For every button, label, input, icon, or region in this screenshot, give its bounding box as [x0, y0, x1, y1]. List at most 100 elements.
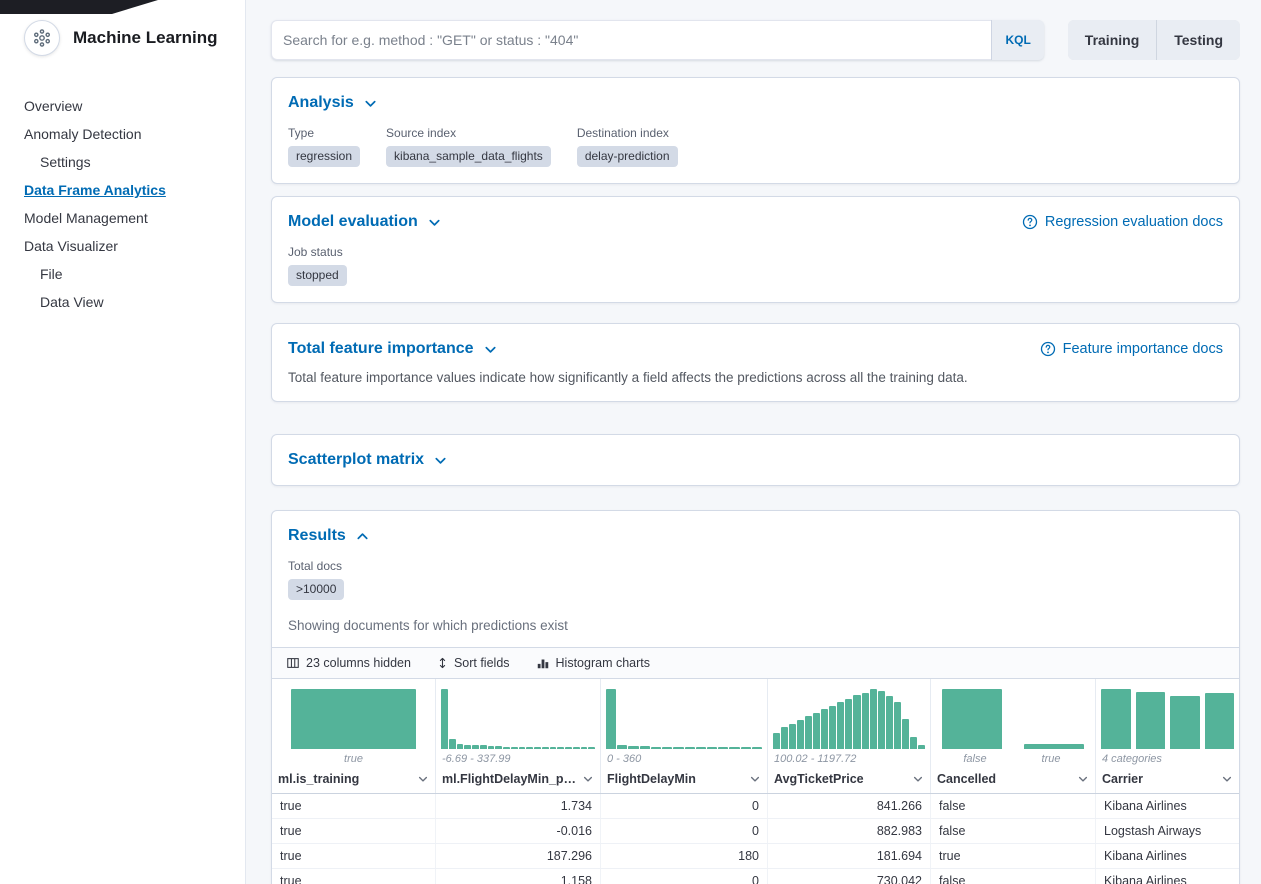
histogram-Cancelled	[931, 689, 1095, 749]
analysis-accordion-toggle[interactable]: Analysis	[288, 94, 378, 112]
table-cell[interactable]: 0	[601, 869, 768, 884]
sidebar-nav: OverviewAnomaly DetectionSettingsData Fr…	[24, 92, 233, 316]
feature-importance-description: Total feature importance values indicate…	[288, 370, 1223, 385]
histogram-range-label: falsetrue	[931, 749, 1095, 768]
table-row: true1.1580730.042falseKibana Airlines	[272, 869, 1239, 884]
table-cell[interactable]: Kibana Airlines	[1096, 844, 1239, 868]
columns-hidden-label: 23 columns hidden	[306, 656, 411, 670]
model-evaluation-title: Model evaluation	[288, 213, 418, 231]
main-content: KQL Training Testing Analysis Type	[246, 0, 1261, 884]
sidebar-item-file[interactable]: File	[24, 260, 233, 288]
table-cell[interactable]: Logstash Airways	[1096, 819, 1239, 843]
table-cell[interactable]: false	[931, 869, 1096, 884]
table-cell[interactable]: 181.694	[768, 844, 931, 868]
sidebar-item-data-frame-analytics[interactable]: Data Frame Analytics	[24, 176, 233, 204]
sidebar-item-settings[interactable]: Settings	[24, 148, 233, 176]
chevron-down-icon	[363, 96, 378, 111]
column-header-AvgTicketPrice[interactable]: AvgTicketPrice	[768, 768, 930, 793]
destination-index-label: Destination index	[577, 126, 678, 140]
type-badge: regression	[288, 146, 360, 167]
grid-header: trueml.is_training-6.69 - 337.99ml.Fligh…	[272, 679, 1239, 794]
chevron-down-icon[interactable]	[912, 773, 924, 785]
chevron-down-icon[interactable]	[417, 773, 429, 785]
training-button[interactable]: Training	[1068, 20, 1156, 60]
chevron-down-icon[interactable]	[749, 773, 761, 785]
search-input[interactable]	[271, 20, 991, 60]
columns-hidden-button[interactable]: 23 columns hidden	[284, 653, 413, 673]
histogram-AvgTicketPrice	[768, 689, 930, 749]
table-cell[interactable]: true	[272, 869, 436, 884]
histogram-charts-button[interactable]: Histogram charts	[534, 653, 652, 673]
table-cell[interactable]: 730.042	[768, 869, 931, 884]
scatterplot-matrix-panel: Scatterplot matrix	[271, 434, 1240, 486]
table-cell[interactable]: 0	[601, 794, 768, 818]
histogram-range-label: -6.69 - 337.99	[436, 749, 600, 768]
grid-column-FlightDelayMin: 0 - 360FlightDelayMin	[601, 679, 768, 793]
table-cell[interactable]: 882.983	[768, 819, 931, 843]
feature-importance-accordion-toggle[interactable]: Total feature importance	[288, 340, 498, 358]
table-cell[interactable]: true	[272, 819, 436, 843]
topbar: KQL Training Testing	[271, 20, 1240, 60]
table-row: true187.296180181.694trueKibana Airlines	[272, 844, 1239, 869]
column-header-ml.is_training[interactable]: ml.is_training	[272, 768, 435, 793]
scatterplot-accordion-toggle[interactable]: Scatterplot matrix	[288, 451, 448, 469]
sidebar-item-anomaly-detection[interactable]: Anomaly Detection	[24, 120, 233, 148]
app: Machine Learning OverviewAnomaly Detecti…	[0, 0, 1261, 884]
search-box: KQL	[271, 20, 1044, 60]
table-cell[interactable]: 0	[601, 819, 768, 843]
model-evaluation-accordion-toggle[interactable]: Model evaluation	[288, 213, 442, 231]
table-cell[interactable]: 187.296	[436, 844, 601, 868]
model-evaluation-panel: Model evaluation Regression evaluation d…	[271, 196, 1240, 303]
table-cell[interactable]: -0.016	[436, 819, 601, 843]
job-status-label: Job status	[288, 245, 347, 259]
source-index-field: Source index kibana_sample_data_flights	[386, 126, 551, 167]
table-cell[interactable]: true	[272, 844, 436, 868]
grid-column-Cancelled: falsetrueCancelled	[931, 679, 1096, 793]
feature-importance-title: Total feature importance	[288, 340, 474, 358]
chevron-down-icon	[427, 215, 442, 230]
source-index-label: Source index	[386, 126, 551, 140]
table-cell[interactable]: false	[931, 794, 1096, 818]
histogram-range-label: 100.02 - 1197.72	[768, 749, 930, 768]
column-header-ml.FlightDelayMin_pred[interactable]: ml.FlightDelayMin_pred	[436, 768, 600, 793]
scatterplot-title: Scatterplot matrix	[288, 451, 424, 469]
chevron-down-icon[interactable]	[1221, 773, 1233, 785]
histogram-range-label: true	[272, 749, 435, 768]
sidebar: Machine Learning OverviewAnomaly Detecti…	[0, 0, 246, 884]
regression-evaluation-docs-link[interactable]: Regression evaluation docs	[1022, 214, 1223, 230]
table-cell[interactable]: true	[931, 844, 1096, 868]
sidebar-item-overview[interactable]: Overview	[24, 92, 233, 120]
sidebar-item-data-visualizer[interactable]: Data Visualizer	[24, 232, 233, 260]
chevron-down-icon[interactable]	[582, 773, 594, 785]
table-cell[interactable]: 1.158	[436, 869, 601, 884]
testing-button[interactable]: Testing	[1156, 20, 1240, 60]
machine-learning-logo-icon[interactable]	[24, 20, 60, 56]
sidebar-item-data-view[interactable]: Data View	[24, 288, 233, 316]
table-cell[interactable]: 841.266	[768, 794, 931, 818]
column-header-Cancelled[interactable]: Cancelled	[931, 768, 1095, 793]
histogram-range-label: 4 categories	[1096, 749, 1239, 768]
destination-index-badge: delay-prediction	[577, 146, 678, 167]
grid-toolbar: 23 columns hidden Sort fields Histogram …	[272, 647, 1239, 679]
table-cell[interactable]: true	[272, 794, 436, 818]
chevron-down-icon[interactable]	[1077, 773, 1089, 785]
table-cell[interactable]: false	[931, 819, 1096, 843]
type-label: Type	[288, 126, 360, 140]
type-field: Type regression	[288, 126, 360, 167]
table-cell[interactable]: 180	[601, 844, 768, 868]
kql-button[interactable]: KQL	[991, 20, 1043, 60]
column-header-FlightDelayMin[interactable]: FlightDelayMin	[601, 768, 767, 793]
feature-importance-docs-link[interactable]: Feature importance docs	[1040, 341, 1223, 357]
results-accordion-toggle[interactable]: Results	[288, 527, 370, 545]
table-cell[interactable]: Kibana Airlines	[1096, 869, 1239, 884]
column-header-Carrier[interactable]: Carrier	[1096, 768, 1239, 793]
table-cell[interactable]: 1.734	[436, 794, 601, 818]
sort-fields-button[interactable]: Sort fields	[435, 653, 512, 673]
grid-column-Carrier: 4 categoriesCarrier	[1096, 679, 1239, 793]
sort-fields-label: Sort fields	[454, 656, 510, 670]
table-row: true1.7340841.266falseKibana Airlines	[272, 794, 1239, 819]
table-cell[interactable]: Kibana Airlines	[1096, 794, 1239, 818]
docs-link-label: Feature importance docs	[1063, 341, 1223, 357]
sidebar-item-model-management[interactable]: Model Management	[24, 204, 233, 232]
results-panel: Results Total docs >10000 Showing docume…	[271, 510, 1240, 884]
